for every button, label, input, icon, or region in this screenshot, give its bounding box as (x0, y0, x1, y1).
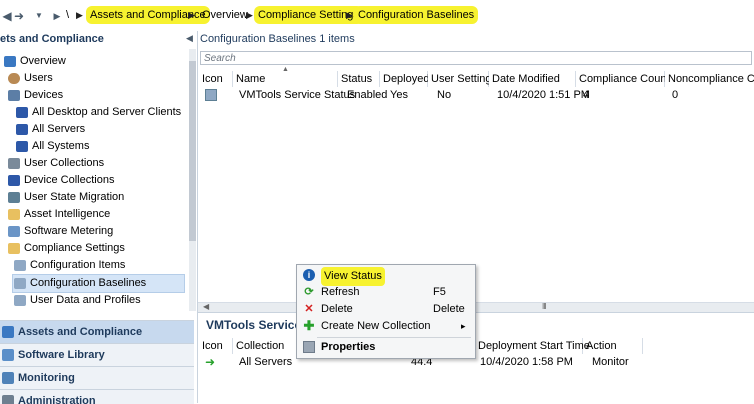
column-header-date-modified[interactable]: Date Modified (489, 71, 576, 87)
detail-row-collection: All Servers (239, 356, 293, 368)
software-library-icon (2, 349, 14, 362)
detail-row-action: Monitor (592, 356, 629, 368)
column-header-icon[interactable]: Icon (199, 71, 233, 87)
detail-row-start-time: 10/4/2020 1:58 PM (480, 356, 573, 368)
tree-item-all-servers[interactable]: All Servers (16, 121, 85, 138)
folder-icon (8, 208, 20, 220)
menu-item-view-status[interactable]: i View Status (299, 267, 473, 286)
delete-icon: ✕ (304, 303, 314, 315)
workspace-monitoring[interactable]: Monitoring (0, 366, 194, 389)
collection-icon (16, 140, 28, 152)
row-status: Enabled (347, 89, 388, 101)
tree-item-users[interactable]: Users (8, 70, 53, 87)
tree-item-devices[interactable]: Devices (8, 87, 63, 104)
tree-item-user-data-and-profiles[interactable]: User Data and Profiles (14, 292, 141, 309)
detail-column-header-action[interactable]: Action (583, 338, 643, 354)
nav-scrollbar-thumb[interactable] (189, 61, 196, 241)
breadcrumb-item-configuration-baselines[interactable]: Configuration Baselines (354, 0, 479, 31)
search-input[interactable]: Search (200, 51, 752, 65)
config-item-icon (14, 259, 26, 271)
detail-column-header-deployment-start-time[interactable]: Deployment Start Time (475, 338, 590, 354)
user-collections-icon (8, 157, 20, 169)
column-header-status[interactable]: Status (338, 71, 380, 87)
menu-item-delete[interactable]: ✕ Delete Delete (299, 301, 473, 318)
history-dropdown-icon[interactable]: ▼ (32, 9, 46, 23)
horizontal-scrollbar[interactable] (198, 302, 754, 312)
baseline-icon (205, 89, 217, 101)
collection-icon (16, 106, 28, 118)
assets-compliance-icon (2, 326, 14, 339)
splitter-handle[interactable]: III (542, 302, 547, 311)
add-icon: ✚ (303, 318, 315, 333)
tree-item-device-collections[interactable]: Device Collections (8, 172, 114, 189)
row-user-setting: No (437, 89, 452, 101)
collapse-pane-icon[interactable]: ◀ (186, 33, 193, 44)
breadcrumb-root-separator: \ (66, 9, 70, 21)
column-header-user-setting[interactable]: User Setting (428, 71, 492, 87)
scroll-left-icon[interactable]: ◀ (203, 302, 209, 311)
content-pane: Configuration Baselines 1 items Search I… (198, 31, 754, 403)
menu-item-properties[interactable]: Properties (299, 339, 473, 356)
tree-item-user-state-migration[interactable]: User State Migration (8, 189, 124, 206)
column-header-deployed[interactable]: Deployed (380, 71, 429, 87)
column-header-compliance-count[interactable]: Compliance Count (576, 71, 670, 87)
tree-item-user-collections[interactable]: User Collections (8, 155, 104, 172)
crumb-arrow-icon[interactable]: ▶ (76, 0, 83, 31)
workspace-assets-and-compliance[interactable]: Assets and Compliance (0, 320, 194, 343)
menu-item-create-new-collection[interactable]: ✚ Create New Collection ▸ (299, 318, 473, 335)
collection-icon (16, 123, 28, 135)
row-compliance-count: 4 (583, 89, 590, 101)
list-title: Configuration Baselines 1 items (200, 33, 355, 45)
monitoring-icon (2, 372, 14, 385)
crumb-arrow-icon[interactable]: ▶ (346, 0, 353, 31)
tree-item-all-systems[interactable]: All Systems (16, 138, 89, 155)
refresh-icon: ⟳ (304, 286, 314, 298)
workspace-administration[interactable]: Administration (0, 389, 194, 404)
menu-separator (317, 337, 471, 338)
device-collections-icon (8, 174, 20, 186)
root-arrow-icon[interactable]: ▶ (50, 9, 64, 23)
tree-item-configuration-baselines[interactable]: Configuration Baselines (12, 274, 185, 293)
column-header-name[interactable]: Name (233, 71, 338, 87)
submenu-arrow-icon: ▸ (461, 321, 466, 331)
info-icon: i (303, 269, 315, 281)
detail-column-header-icon[interactable]: Icon (199, 338, 233, 354)
crumb-arrow-icon[interactable]: ▶ (246, 0, 253, 31)
user-icon (8, 72, 20, 84)
navigation-pane: ets and Compliance ◀ Overview Users Devi… (0, 31, 198, 404)
row-date-modified: 10/4/2020 1:51 PM (497, 89, 590, 101)
pane-divider[interactable] (198, 312, 754, 313)
tree-item-all-desktop-and-server-clients[interactable]: All Desktop and Server Clients (16, 104, 181, 121)
menu-item-refresh[interactable]: ⟳ Refresh F5 (299, 284, 473, 301)
sort-ascending-icon: ▲ (282, 66, 289, 73)
tree-item-overview[interactable]: Overview (4, 53, 66, 70)
migration-icon (8, 191, 20, 203)
baseline-icon (14, 277, 26, 289)
tree-item-software-metering[interactable]: Software Metering (8, 223, 113, 240)
detail-table-row[interactable]: ➜ All Servers 44.4 10/4/2020 1:58 PM Mon… (199, 354, 754, 371)
tree-item-configuration-items[interactable]: Configuration Items (14, 257, 125, 274)
properties-icon (303, 341, 315, 353)
table-row[interactable]: VMTools Service Status Enabled Yes No 10… (199, 87, 754, 104)
forward-arrow-icon[interactable]: ➜ (12, 9, 26, 23)
workspace-software-library[interactable]: Software Library (0, 343, 194, 366)
crumb-arrow-icon[interactable]: ▶ (188, 0, 195, 31)
devices-icon (8, 89, 20, 101)
column-header-noncompliance-count[interactable]: Noncompliance Count (665, 71, 754, 87)
tree-item-compliance-settings[interactable]: Compliance Settings (8, 240, 125, 257)
metering-icon (8, 225, 20, 237)
row-noncompliance-count: 0 (672, 89, 679, 101)
nav-pane-title: ets and Compliance (0, 31, 197, 48)
folder-icon (8, 242, 20, 254)
tree-item-asset-intelligence[interactable]: Asset Intelligence (8, 206, 110, 223)
row-deployed: Yes (390, 89, 408, 101)
deploy-arrow-icon: ➜ (205, 355, 216, 369)
breadcrumb-bar: ◀ ➜ ▼ ▶ \ ▶ Assets and Compliance ▶ Over… (0, 0, 754, 32)
row-name: VMTools Service Status (239, 89, 356, 101)
overview-icon (4, 55, 16, 67)
profile-icon (14, 294, 26, 306)
context-menu: i View Status ⟳ Refresh F5 ✕ Delete Dele… (296, 264, 476, 359)
breadcrumb-item-overview[interactable]: Overview (202, 0, 248, 31)
